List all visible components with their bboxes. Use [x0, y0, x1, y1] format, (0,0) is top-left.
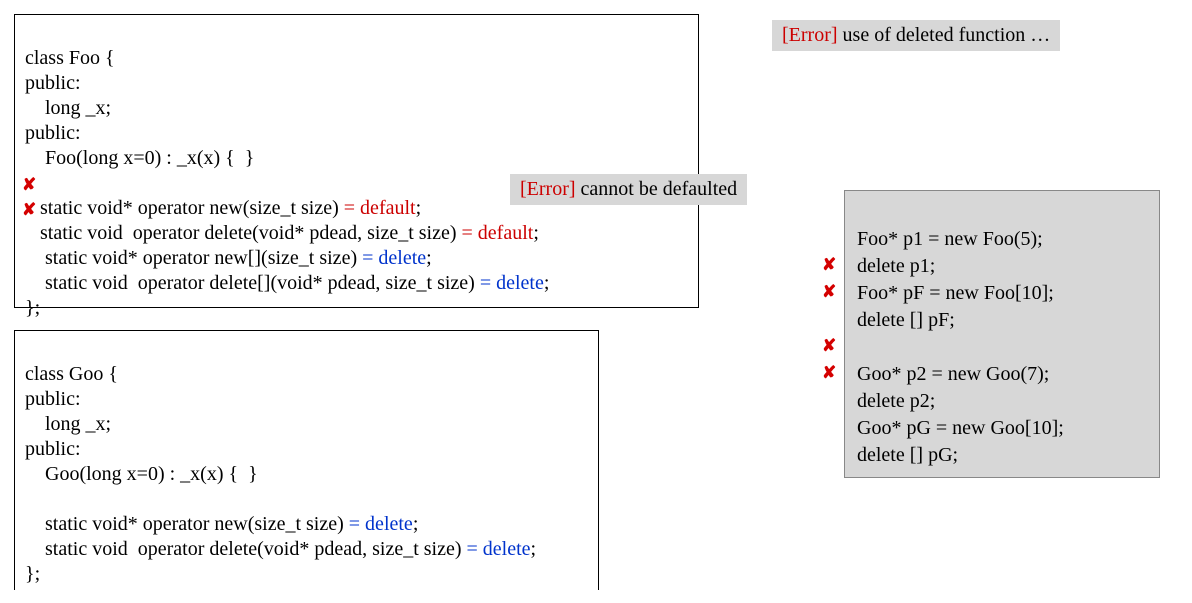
code-line: static void operator delete(void* pdead,…	[25, 538, 462, 560]
error-box-cannot-default: [Error] cannot be defaulted	[510, 174, 747, 205]
code-line: public:	[25, 388, 81, 410]
code-keyword-default: = default	[457, 222, 534, 244]
code-line: static void* operator new[](size_t size)	[25, 247, 357, 269]
code-keyword-delete: = delete	[475, 272, 544, 294]
error-mark-icon: ✘	[822, 336, 836, 356]
code-keyword-delete: = delete	[344, 513, 413, 535]
code-line: public:	[25, 122, 81, 144]
code-line: long _x;	[25, 97, 111, 119]
goo-class-code: class Goo { public: long _x; public: Goo…	[14, 330, 599, 590]
code-line: delete p2;	[857, 390, 935, 412]
error-mark-icon: ✘	[822, 363, 836, 383]
code-keyword-delete: = delete	[462, 538, 531, 560]
code-line: public:	[25, 72, 81, 94]
code-keyword-default: = default	[339, 197, 416, 219]
error-mark-icon: ✘	[822, 282, 836, 302]
code-line: Foo* pF = new Foo[10];	[857, 282, 1054, 304]
code-line: Foo* p1 = new Foo(5);	[857, 228, 1043, 250]
code-line: ;	[531, 538, 537, 560]
code-line: ;	[416, 197, 422, 219]
code-line: };	[25, 563, 40, 585]
code-line: Goo* p2 = new Goo(7);	[857, 363, 1049, 385]
code-line: Foo(long x=0) : _x(x) { }	[25, 147, 254, 169]
error-mark-icon: ✘	[22, 200, 36, 220]
code-line: ;	[426, 247, 432, 269]
error-label: [Error]	[520, 178, 576, 200]
code-line: class Goo {	[25, 363, 118, 385]
code-line: static void* operator new(size_t size)	[25, 513, 344, 535]
code-line: long _x;	[25, 413, 111, 435]
code-line: static void operator delete[](void* pdea…	[25, 272, 475, 294]
code-line: ;	[544, 272, 550, 294]
code-line: delete [] pF;	[857, 309, 955, 331]
foo-class-code: class Foo { public: long _x; public: Foo…	[14, 14, 699, 308]
code-line: class Foo {	[25, 47, 115, 69]
code-line: ;	[413, 513, 419, 535]
usage-code-box: Foo* p1 = new Foo(5); delete p1; Foo* pF…	[844, 190, 1160, 478]
code-line: Goo* pG = new Goo[10];	[857, 417, 1064, 439]
code-line: static void operator delete(void* pdead,…	[25, 222, 457, 244]
error-text: cannot be defaulted	[576, 178, 738, 200]
code-line: delete p1;	[857, 255, 935, 277]
code-line: ;	[533, 222, 539, 244]
error-label: [Error]	[782, 24, 838, 46]
code-line: };	[25, 297, 40, 319]
code-line: Goo(long x=0) : _x(x) { }	[25, 463, 258, 485]
code-line: static void* operator new(size_t size)	[25, 197, 339, 219]
error-box-deleted-function: [Error] use of deleted function …	[772, 20, 1060, 51]
code-line: public:	[25, 438, 81, 460]
error-text: use of deleted function …	[838, 24, 1051, 46]
code-keyword-delete: = delete	[357, 247, 426, 269]
error-mark-icon: ✘	[822, 255, 836, 275]
error-mark-icon: ✘	[22, 175, 36, 195]
code-line: delete [] pG;	[857, 444, 958, 466]
